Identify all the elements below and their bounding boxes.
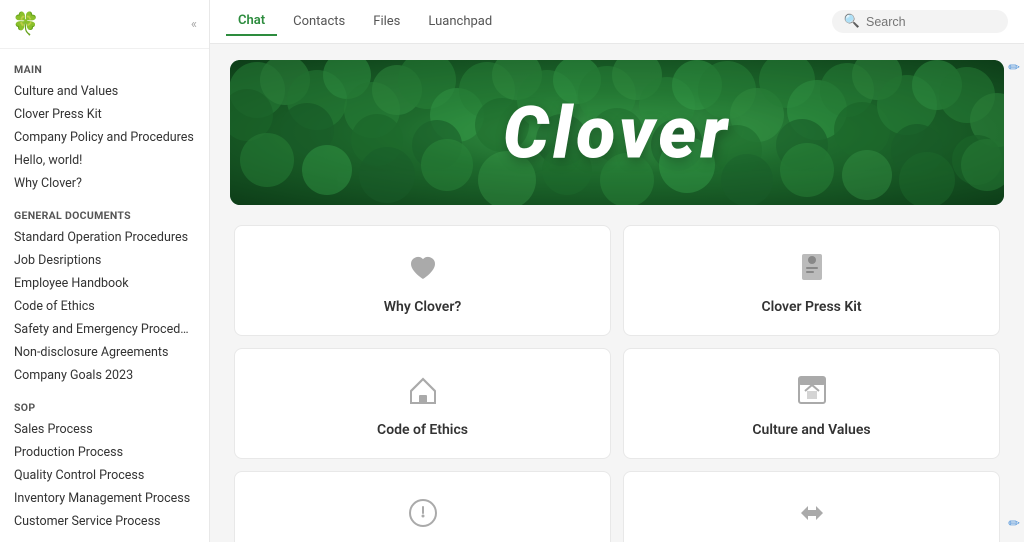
card-culture-values[interactable]: Culture and Values — [623, 348, 1000, 459]
card-sop[interactable]: SOP — [623, 471, 1000, 542]
sidebar: 🍀 « MAIN Culture and Values Clover Press… — [0, 0, 210, 542]
tab-luanchpad[interactable]: Luanchpad — [416, 8, 504, 35]
card-why-clover-label: Why Clover? — [384, 299, 462, 315]
sidebar-section-main-label: MAIN — [0, 49, 209, 80]
card-why-clover[interactable]: Why Clover? — [234, 225, 611, 336]
card-culture-values-label: Culture and Values — [752, 422, 870, 438]
sidebar-item-employee-handbook[interactable]: Employee Handbook — [0, 272, 209, 295]
sidebar-item-sales-process[interactable]: Sales Process — [0, 418, 209, 441]
sidebar-section-general-label: GENERAL DOCUMENTS — [0, 195, 209, 226]
sidebar-item-why-clover[interactable]: Why Clover? — [0, 172, 209, 195]
company-goals-icon — [406, 496, 440, 535]
sidebar-item-non-disclosure[interactable]: Non-disclosure Agreements — [0, 341, 209, 364]
clover-press-kit-icon — [795, 250, 829, 289]
sidebar-main-section: MAIN Culture and Values Clover Press Kit… — [0, 49, 209, 195]
sidebar-item-inventory-mgmt[interactable]: Inventory Management Process — [0, 487, 209, 510]
top-navigation: Chat Contacts Files Luanchpad 🔍 — [210, 0, 1024, 44]
sidebar-item-quality-control[interactable]: Quality Control Process — [0, 464, 209, 487]
sidebar-section-sop-label: SOP — [0, 387, 209, 418]
search-bar: 🔍 — [832, 10, 1008, 33]
sidebar-item-culture-values[interactable]: Culture and Values — [0, 80, 209, 103]
sidebar-item-customer-service[interactable]: Customer Service Process — [0, 510, 209, 533]
sidebar-item-hello-world[interactable]: Hello, world! — [0, 149, 209, 172]
sidebar-item-job-desriptions[interactable]: Job Desriptions — [0, 249, 209, 272]
sidebar-header: 🍀 « — [0, 0, 209, 49]
card-code-ethics-label: Code of Ethics — [377, 422, 468, 438]
hero-banner: Clover — [230, 60, 1004, 205]
sidebar-general-section: GENERAL DOCUMENTS Standard Operation Pro… — [0, 195, 209, 387]
sidebar-collapse-button[interactable]: « — [191, 17, 197, 32]
sidebar-item-company-goals[interactable]: Company Goals 2023 — [0, 364, 209, 387]
card-code-ethics[interactable]: Code of Ethics — [234, 348, 611, 459]
main-content: Clover ✏ Why Clover? — [210, 44, 1024, 542]
sidebar-item-safety-emergency[interactable]: Safety and Emergency Procedures — [0, 318, 209, 341]
cards-grid: Why Clover? Clover Press Kit — [230, 225, 1004, 542]
bottom-edit-icon[interactable]: ✏ — [1008, 516, 1020, 532]
tab-contacts[interactable]: Contacts — [281, 8, 357, 35]
why-clover-icon — [406, 250, 440, 289]
culture-values-icon — [795, 373, 829, 412]
sidebar-sop-section: SOP Sales Process Production Process Qua… — [0, 387, 209, 533]
sop-icon — [795, 496, 829, 535]
card-company-goals[interactable]: Company Goals 2023 — [234, 471, 611, 542]
main-area: Chat Contacts Files Luanchpad 🔍 — [210, 0, 1024, 542]
hero-title: Clover — [503, 90, 731, 175]
card-clover-press-kit[interactable]: Clover Press Kit — [623, 225, 1000, 336]
sidebar-item-company-policy[interactable]: Company Policy and Procedures — [0, 126, 209, 149]
code-ethics-icon — [406, 373, 440, 412]
tab-chat[interactable]: Chat — [226, 7, 277, 36]
app-logo: 🍀 — [12, 10, 40, 38]
card-clover-press-kit-label: Clover Press Kit — [761, 299, 861, 315]
sidebar-item-code-ethics[interactable]: Code of Ethics — [0, 295, 209, 318]
tab-files[interactable]: Files — [361, 8, 412, 35]
sidebar-item-production-process[interactable]: Production Process — [0, 441, 209, 464]
search-icon: 🔍 — [844, 14, 860, 29]
search-input[interactable] — [866, 15, 996, 29]
sidebar-item-clover-press-kit[interactable]: Clover Press Kit — [0, 103, 209, 126]
sidebar-item-standard-op[interactable]: Standard Operation Procedures — [0, 226, 209, 249]
edit-icon[interactable]: ✏ — [1008, 60, 1020, 76]
